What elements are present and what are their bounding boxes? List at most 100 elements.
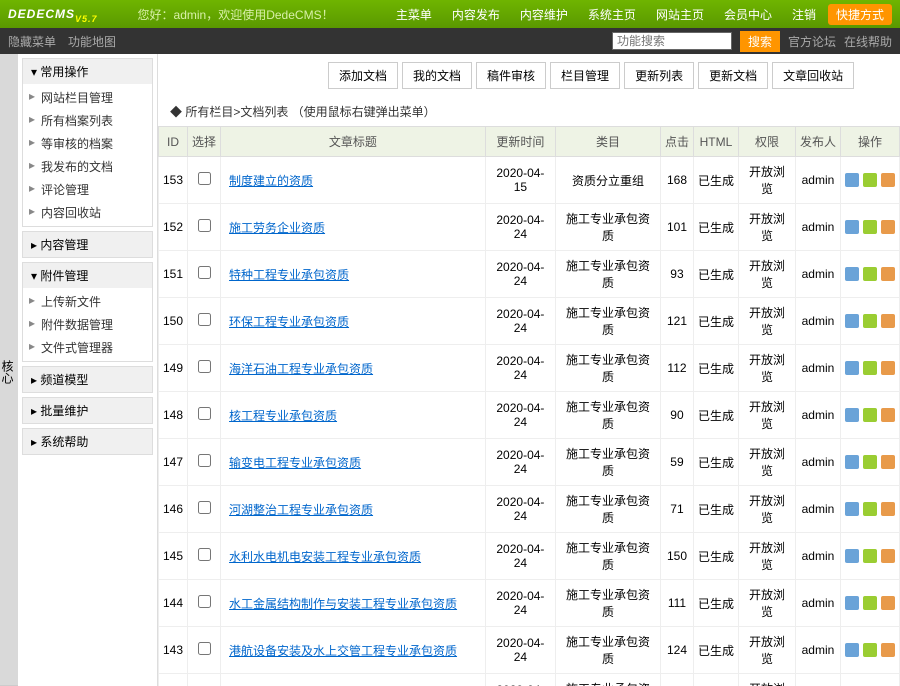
delete-icon[interactable]: [881, 502, 895, 516]
topnav-item[interactable]: 主菜单: [388, 4, 440, 25]
view-icon[interactable]: [863, 502, 877, 516]
topnav-item[interactable]: 注销: [784, 4, 824, 25]
delete-icon[interactable]: [881, 643, 895, 657]
row-checkbox[interactable]: [198, 595, 211, 608]
article-link[interactable]: 环保工程专业承包资质: [229, 315, 349, 329]
vertical-tab[interactable]: 核心: [0, 58, 18, 686]
delete-icon[interactable]: [881, 549, 895, 563]
content-tab[interactable]: 添加文档: [328, 62, 398, 89]
hide-menu-link[interactable]: 隐藏菜单: [8, 33, 56, 50]
article-link[interactable]: 核工程专业承包资质: [229, 409, 337, 423]
row-checkbox[interactable]: [198, 313, 211, 326]
article-link[interactable]: 河湖整治工程专业承包资质: [229, 503, 373, 517]
article-link[interactable]: 港航设备安装及水上交管工程专业承包资质: [229, 644, 457, 658]
quick-button[interactable]: 快捷方式: [828, 4, 892, 25]
edit-icon[interactable]: [845, 220, 859, 234]
view-icon[interactable]: [863, 173, 877, 187]
search-button[interactable]: 搜索: [740, 31, 780, 52]
delete-icon[interactable]: [881, 408, 895, 422]
view-icon[interactable]: [863, 455, 877, 469]
cell-select: [188, 392, 221, 439]
view-icon[interactable]: [863, 314, 877, 328]
sidebar-item[interactable]: 所有档案列表: [23, 109, 152, 132]
row-checkbox[interactable]: [198, 548, 211, 561]
sidebar-item[interactable]: 网站栏目管理: [23, 86, 152, 109]
article-link[interactable]: 海洋石油工程专业承包资质: [229, 362, 373, 376]
view-icon[interactable]: [863, 408, 877, 422]
sidebar-item[interactable]: 上传新文件: [23, 290, 152, 313]
row-checkbox[interactable]: [198, 219, 211, 232]
row-checkbox[interactable]: [198, 501, 211, 514]
content-tab[interactable]: 更新文档: [698, 62, 768, 89]
sidebar-item[interactable]: 等审核的档案: [23, 132, 152, 155]
cell-date: 2020-04-24: [485, 533, 555, 580]
content-tab[interactable]: 更新列表: [624, 62, 694, 89]
delete-icon[interactable]: [881, 267, 895, 281]
sidebar-group-head[interactable]: ▸ 批量维护: [23, 398, 152, 423]
view-icon[interactable]: [863, 643, 877, 657]
cell-hits: 150: [660, 533, 693, 580]
sidebar-item[interactable]: 我发布的文档: [23, 155, 152, 178]
view-icon[interactable]: [863, 549, 877, 563]
delete-icon[interactable]: [881, 455, 895, 469]
edit-icon[interactable]: [845, 173, 859, 187]
content-tab[interactable]: 栏目管理: [550, 62, 620, 89]
topnav-item[interactable]: 内容发布: [444, 4, 508, 25]
view-icon[interactable]: [863, 267, 877, 281]
row-checkbox[interactable]: [198, 454, 211, 467]
article-link[interactable]: 水工金属结构制作与安装工程专业承包资质: [229, 597, 457, 611]
view-icon[interactable]: [863, 361, 877, 375]
article-link[interactable]: 特种工程专业承包资质: [229, 268, 349, 282]
view-icon[interactable]: [863, 220, 877, 234]
article-link[interactable]: 水利水电机电安装工程专业承包资质: [229, 550, 421, 564]
cell-html: 已生成: [693, 392, 738, 439]
article-link[interactable]: 制度建立的资质: [229, 174, 313, 188]
delete-icon[interactable]: [881, 596, 895, 610]
topnav-item[interactable]: 会员中心: [716, 4, 780, 25]
delete-icon[interactable]: [881, 173, 895, 187]
table-header: ID: [159, 127, 188, 157]
sidebar-group-head[interactable]: ▾ 附件管理: [23, 263, 152, 288]
sidebar-group-head[interactable]: ▸ 内容管理: [23, 232, 152, 257]
delete-icon[interactable]: [881, 314, 895, 328]
edit-icon[interactable]: [845, 314, 859, 328]
edit-icon[interactable]: [845, 549, 859, 563]
row-checkbox[interactable]: [198, 172, 211, 185]
sidebar-item[interactable]: 附件数据管理: [23, 313, 152, 336]
delete-icon[interactable]: [881, 361, 895, 375]
content-tab[interactable]: 文章回收站: [772, 62, 854, 89]
sidebar-group-head[interactable]: ▸ 频道模型: [23, 367, 152, 392]
row-checkbox[interactable]: [198, 642, 211, 655]
edit-icon[interactable]: [845, 408, 859, 422]
edit-icon[interactable]: [845, 596, 859, 610]
topnav-item[interactable]: 网站主页: [648, 4, 712, 25]
sidebar-item[interactable]: 内容回收站: [23, 201, 152, 224]
sidebar-item[interactable]: 文件式管理器: [23, 336, 152, 359]
content-tab[interactable]: 稿件审核: [476, 62, 546, 89]
topnav-item[interactable]: 系统主页: [580, 4, 644, 25]
topnav-item[interactable]: 内容维护: [512, 4, 576, 25]
forum-link[interactable]: 官方论坛: [788, 33, 836, 50]
content-tab[interactable]: 我的文档: [402, 62, 472, 89]
view-icon[interactable]: [863, 596, 877, 610]
article-link[interactable]: 施工劳务企业资质: [229, 221, 325, 235]
edit-icon[interactable]: [845, 455, 859, 469]
edit-icon[interactable]: [845, 267, 859, 281]
row-checkbox[interactable]: [198, 360, 211, 373]
search-input[interactable]: [612, 32, 732, 50]
edit-icon[interactable]: [845, 502, 859, 516]
edit-icon[interactable]: [845, 643, 859, 657]
delete-icon[interactable]: [881, 220, 895, 234]
edit-icon[interactable]: [845, 361, 859, 375]
cell-publisher: admin: [795, 298, 840, 345]
sidebar-group-head[interactable]: ▸ 系统帮助: [23, 429, 152, 454]
cell-perm: 开放浏览: [738, 580, 795, 627]
article-link[interactable]: 输变电工程专业承包资质: [229, 456, 361, 470]
sidebar-item[interactable]: 评论管理: [23, 178, 152, 201]
help-link[interactable]: 在线帮助: [844, 33, 892, 50]
row-checkbox[interactable]: [198, 407, 211, 420]
sidebar-group-head[interactable]: ▾ 常用操作: [23, 59, 152, 84]
sitemap-link[interactable]: 功能地图: [68, 33, 116, 50]
row-checkbox[interactable]: [198, 266, 211, 279]
cell-id: 143: [159, 627, 188, 674]
